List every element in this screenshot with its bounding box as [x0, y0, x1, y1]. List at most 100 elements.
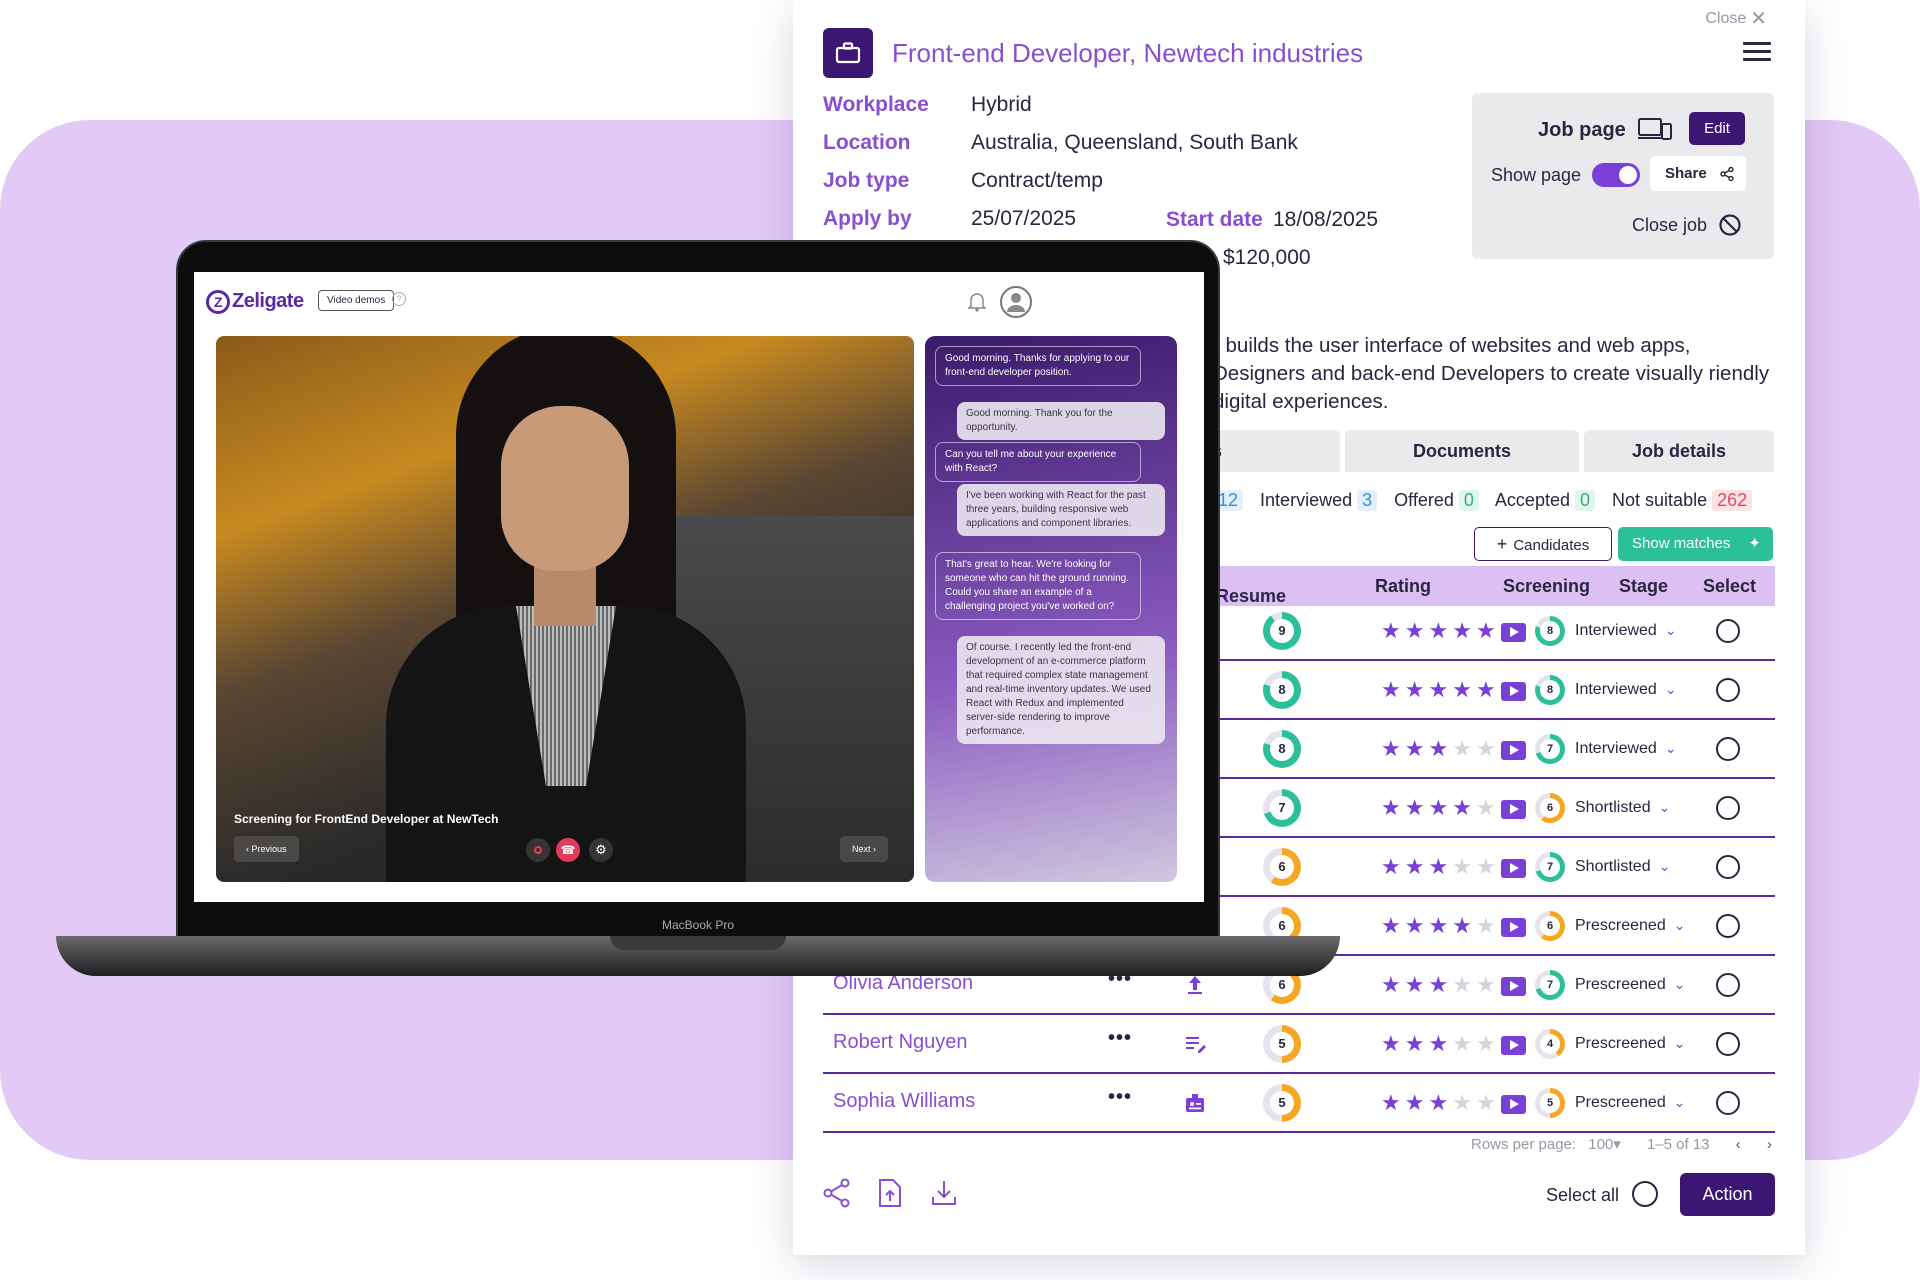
col-stage-header: Stage — [1619, 576, 1669, 596]
devices-icon — [1638, 118, 1672, 140]
stage-dropdown[interactable]: Prescreened ⌄ — [1575, 1094, 1685, 1112]
select-radio[interactable] — [1716, 619, 1740, 643]
stage-dropdown[interactable]: Interviewed ⌄ — [1575, 622, 1677, 640]
play-video-icon[interactable] — [1501, 682, 1526, 701]
zeligate-logo: Z Zeligate — [206, 290, 304, 314]
plus-icon: + — [1496, 534, 1508, 554]
resume-type-icon[interactable] — [1183, 973, 1207, 997]
table-row[interactable]: Sophia Williams ••• 5 ★★★★★ 5 Prescreened ⌄ — [823, 1074, 1775, 1133]
screening-score: 7 — [1535, 734, 1565, 764]
resume-score: 9 — [1263, 612, 1301, 650]
more-options-icon[interactable]: ••• — [1108, 1027, 1132, 1050]
interviewer-message: That's great to hear. We're looking for … — [935, 552, 1141, 620]
edit-button[interactable]: Edit — [1689, 112, 1745, 145]
add-candidates-button[interactable]: + Candidates — [1474, 527, 1612, 561]
stage-dropdown[interactable]: Interviewed ⌄ — [1575, 740, 1677, 758]
upload-file-icon[interactable] — [877, 1178, 903, 1208]
job-title: Front-end Developer, Newtech industries — [892, 38, 1364, 68]
stage-dropdown[interactable]: Prescreened ⌄ — [1575, 1035, 1685, 1053]
help-icon[interactable]: ? — [392, 292, 406, 306]
tab-candidates[interactable]: s — [1208, 430, 1340, 472]
candidate-name[interactable]: Sophia Williams — [833, 1090, 975, 1113]
chevron-down-icon: ⌄ — [1673, 917, 1686, 933]
close-panel-button[interactable]: Close ✕ — [1705, 6, 1767, 31]
play-video-icon[interactable] — [1501, 800, 1526, 819]
resume-score: 6 — [1263, 848, 1301, 886]
play-video-icon[interactable] — [1501, 1036, 1526, 1055]
video-demos-button[interactable]: Video demos — [318, 290, 395, 311]
screening-score: 8 — [1535, 616, 1565, 646]
select-radio[interactable] — [1716, 678, 1740, 702]
download-icon[interactable] — [930, 1178, 958, 1208]
stage-dropdown[interactable]: Prescreened ⌄ — [1575, 976, 1685, 994]
resume-type-icon[interactable] — [1183, 1091, 1207, 1115]
stage-dropdown[interactable]: Interviewed ⌄ — [1575, 681, 1677, 699]
record-icon[interactable] — [526, 838, 550, 862]
play-video-icon[interactable] — [1501, 918, 1526, 937]
stage-dropdown[interactable]: Prescreened ⌄ — [1575, 917, 1685, 935]
rating-stars: ★★★★★ — [1381, 677, 1500, 702]
next-page-icon[interactable]: › — [1767, 1136, 1772, 1153]
select-all-radio[interactable] — [1632, 1181, 1658, 1207]
close-job-button[interactable]: Close job — [1632, 213, 1742, 237]
close-icon: ✕ — [1750, 8, 1767, 30]
user-avatar-icon[interactable] — [1000, 286, 1032, 318]
rows-per-page-select[interactable]: 100▾ — [1588, 1136, 1621, 1153]
briefcase-icon — [823, 28, 873, 78]
table-row[interactable]: Robert Nguyen ••• 5 ★★★★★ 4 Prescreened ⌄ — [823, 1015, 1775, 1074]
more-options-icon[interactable]: ••• — [1108, 1086, 1132, 1109]
resume-type-icon[interactable] — [1183, 1032, 1207, 1056]
laptop-model-label: MacBook Pro — [661, 918, 735, 932]
show-page-toggle[interactable] — [1592, 163, 1640, 187]
select-radio[interactable] — [1716, 796, 1740, 820]
select-radio[interactable] — [1716, 855, 1740, 879]
start-date-value: 18/08/2025 — [1273, 208, 1379, 231]
play-video-icon[interactable] — [1501, 623, 1526, 642]
select-radio[interactable] — [1716, 1032, 1740, 1056]
show-matches-button[interactable]: Show matches ✦ — [1618, 527, 1773, 561]
salary: $120,000 — [1223, 246, 1311, 269]
candidate-video-image — [501, 406, 629, 571]
prev-page-icon[interactable]: ‹ — [1736, 1136, 1741, 1153]
bottom-toolbar — [823, 1178, 958, 1213]
next-button[interactable]: Next › — [840, 836, 889, 862]
sparkle-icon: ✦ — [1748, 535, 1761, 552]
share-button[interactable]: Share — [1650, 156, 1746, 191]
select-radio[interactable] — [1716, 973, 1740, 997]
screening-score: 6 — [1535, 911, 1565, 941]
candidate-message: I've been working with React for the pas… — [957, 484, 1165, 536]
rating-stars: ★★★★★ — [1381, 795, 1500, 820]
share-icon[interactable] — [823, 1178, 851, 1208]
play-video-icon[interactable] — [1501, 1095, 1526, 1114]
chevron-down-icon: ⌄ — [1673, 1094, 1686, 1110]
job-page-box: Job page Edit Show page Share Close job — [1472, 93, 1774, 259]
stage-dropdown[interactable]: Shortlisted ⌄ — [1575, 858, 1670, 876]
candidate-message: Of course. I recently led the front-end … — [957, 636, 1165, 744]
select-radio[interactable] — [1716, 737, 1740, 761]
select-radio[interactable] — [1716, 914, 1740, 938]
screening-score: 6 — [1535, 793, 1565, 823]
play-video-icon[interactable] — [1501, 859, 1526, 878]
select-radio[interactable] — [1716, 1091, 1740, 1115]
candidate-name[interactable]: Robert Nguyen — [833, 1031, 968, 1054]
stage-dropdown[interactable]: Shortlisted ⌄ — [1575, 799, 1670, 817]
hang-up-icon[interactable]: ☎ — [556, 838, 580, 862]
menu-icon[interactable] — [1743, 42, 1771, 62]
settings-icon[interactable]: ⚙ — [589, 838, 613, 862]
tab-job-details[interactable]: Job details — [1584, 430, 1774, 472]
tab-documents[interactable]: Documents — [1345, 430, 1579, 472]
play-video-icon[interactable] — [1501, 977, 1526, 996]
bell-icon[interactable] — [968, 292, 986, 312]
pagination: Rows per page: 100▾ 1–5 of 13 ‹ › — [1471, 1136, 1772, 1153]
screening-score: 4 — [1535, 1029, 1565, 1059]
resume-score: 8 — [1263, 671, 1301, 709]
candidate-message: Good morning. Thank you for the opportun… — [957, 402, 1165, 440]
select-all-label: Select all — [1546, 1185, 1620, 1205]
previous-button[interactable]: ‹ Previous — [234, 836, 299, 862]
play-video-icon[interactable] — [1501, 741, 1526, 760]
action-button[interactable]: Action — [1680, 1173, 1775, 1216]
laptop-notch — [610, 936, 786, 950]
resume-score: 5 — [1263, 1025, 1301, 1063]
video-player[interactable]: Screening for FrontEnd Developer at NewT… — [216, 336, 914, 882]
screening-score: 7 — [1535, 852, 1565, 882]
